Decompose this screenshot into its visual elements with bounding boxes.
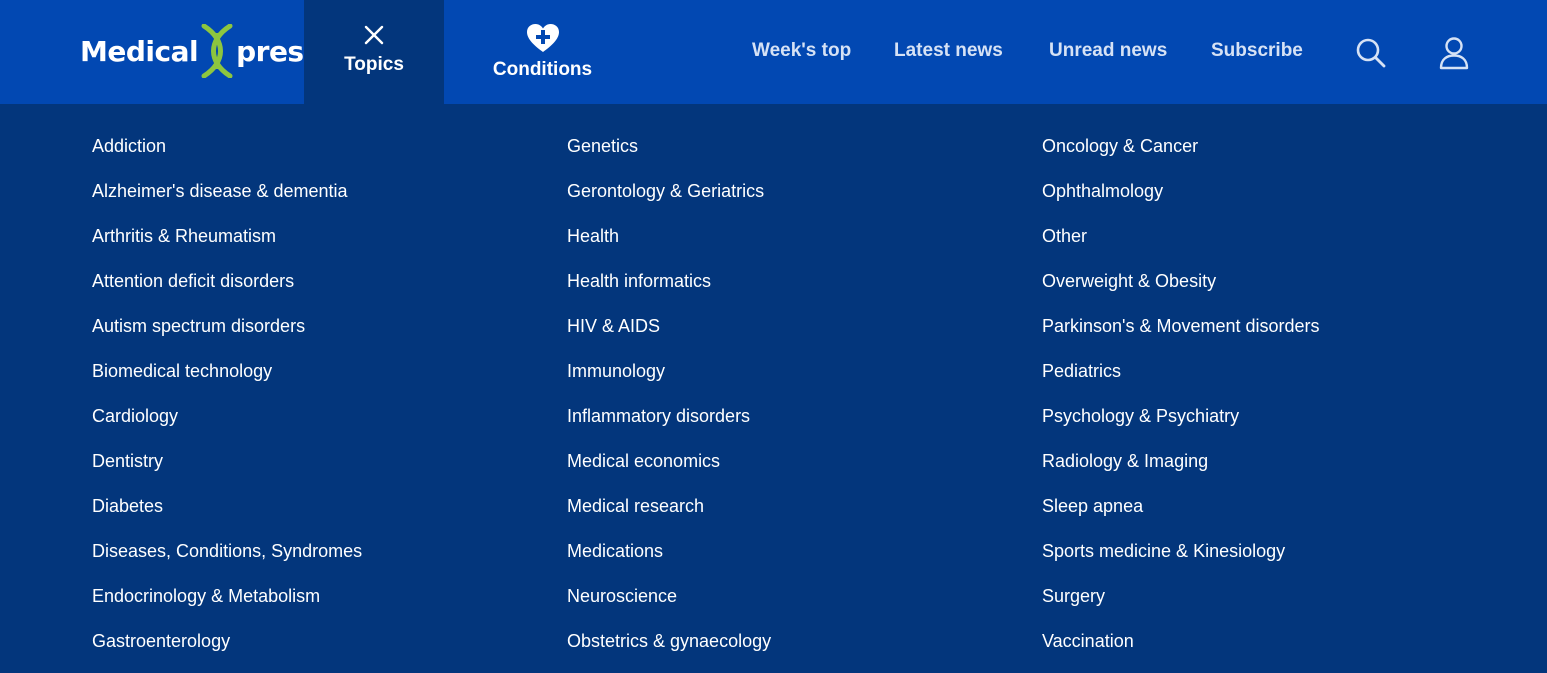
search-icon xyxy=(1356,38,1386,68)
topic-link[interactable]: Medical economics xyxy=(567,448,1007,493)
nav-latest-news[interactable]: Latest news xyxy=(894,40,1003,66)
topic-link[interactable]: Endocrinology & Metabolism xyxy=(92,583,532,628)
topic-link[interactable]: Psychology & Psychiatry xyxy=(1042,403,1482,448)
nav-subscribe[interactable]: Subscribe xyxy=(1211,40,1303,66)
topic-link[interactable]: Cardiology xyxy=(92,403,532,448)
site-logo[interactable]: Medical press xyxy=(80,24,320,78)
close-icon xyxy=(364,25,384,45)
topic-link[interactable]: Gastroenterology xyxy=(92,628,532,673)
topic-link[interactable]: Autism spectrum disorders xyxy=(92,313,532,358)
heart-plus-icon xyxy=(526,24,559,52)
topic-link[interactable]: Gerontology & Geriatrics xyxy=(567,178,1007,223)
topic-link[interactable]: HIV & AIDS xyxy=(567,313,1007,358)
topic-link[interactable]: Surgery xyxy=(1042,583,1482,628)
topics-menu: Addiction Alzheimer's disease & dementia… xyxy=(0,104,1547,669)
user-icon xyxy=(1439,37,1469,70)
topic-link[interactable]: Pediatrics xyxy=(1042,358,1482,403)
topic-link[interactable]: Inflammatory disorders xyxy=(567,403,1007,448)
account-button[interactable] xyxy=(1438,36,1470,70)
topic-link[interactable]: Vaccination xyxy=(1042,628,1482,673)
topic-link[interactable]: Genetics xyxy=(567,133,1007,178)
tab-conditions-label: Conditions xyxy=(492,59,593,80)
topic-link[interactable]: Obstetrics & gynaecology xyxy=(567,628,1007,673)
logo-text-medical: Medical xyxy=(80,34,199,68)
topic-link[interactable]: Medications xyxy=(567,538,1007,583)
topic-link[interactable]: Parkinson's & Movement disorders xyxy=(1042,313,1482,358)
topic-link[interactable]: Dentistry xyxy=(92,448,532,493)
topic-link[interactable]: Diabetes xyxy=(92,493,532,538)
topics-column-2: Genetics Gerontology & Geriatrics Health… xyxy=(567,133,1007,673)
topic-link[interactable]: Health xyxy=(567,223,1007,268)
tab-topics-label: Topics xyxy=(344,54,404,75)
topic-link[interactable]: Addiction xyxy=(92,133,532,178)
topic-link[interactable]: Attention deficit disorders xyxy=(92,268,532,313)
topic-link[interactable]: Oncology & Cancer xyxy=(1042,133,1482,178)
topic-link[interactable]: Medical research xyxy=(567,493,1007,538)
nav-weeks-top[interactable]: Week's top xyxy=(752,40,851,66)
dna-x-icon xyxy=(201,24,233,78)
topic-link[interactable]: Radiology & Imaging xyxy=(1042,448,1482,493)
topic-link[interactable]: Sleep apnea xyxy=(1042,493,1482,538)
nav-unread-news[interactable]: Unread news xyxy=(1049,40,1167,66)
topic-link[interactable]: Other xyxy=(1042,223,1482,268)
site-header: Medical press Topics Conditions Week's t… xyxy=(0,0,1547,104)
topic-link[interactable]: Neuroscience xyxy=(567,583,1007,628)
topic-link[interactable]: Sports medicine & Kinesiology xyxy=(1042,538,1482,583)
topic-link[interactable]: Immunology xyxy=(567,358,1007,403)
topic-link[interactable]: Overweight & Obesity xyxy=(1042,268,1482,313)
topic-link[interactable]: Health informatics xyxy=(567,268,1007,313)
topics-column-3: Oncology & Cancer Ophthalmology Other Ov… xyxy=(1042,133,1482,673)
topic-link[interactable]: Diseases, Conditions, Syndromes xyxy=(92,538,532,583)
tab-topics[interactable]: Topics xyxy=(304,0,444,104)
topic-link[interactable]: Alzheimer's disease & dementia xyxy=(92,178,532,223)
topics-column-1: Addiction Alzheimer's disease & dementia… xyxy=(92,133,532,673)
search-button[interactable] xyxy=(1355,37,1387,69)
tab-conditions[interactable]: Conditions xyxy=(470,0,615,104)
topic-link[interactable]: Biomedical technology xyxy=(92,358,532,403)
topic-link[interactable]: Ophthalmology xyxy=(1042,178,1482,223)
topic-link[interactable]: Arthritis & Rheumatism xyxy=(92,223,532,268)
